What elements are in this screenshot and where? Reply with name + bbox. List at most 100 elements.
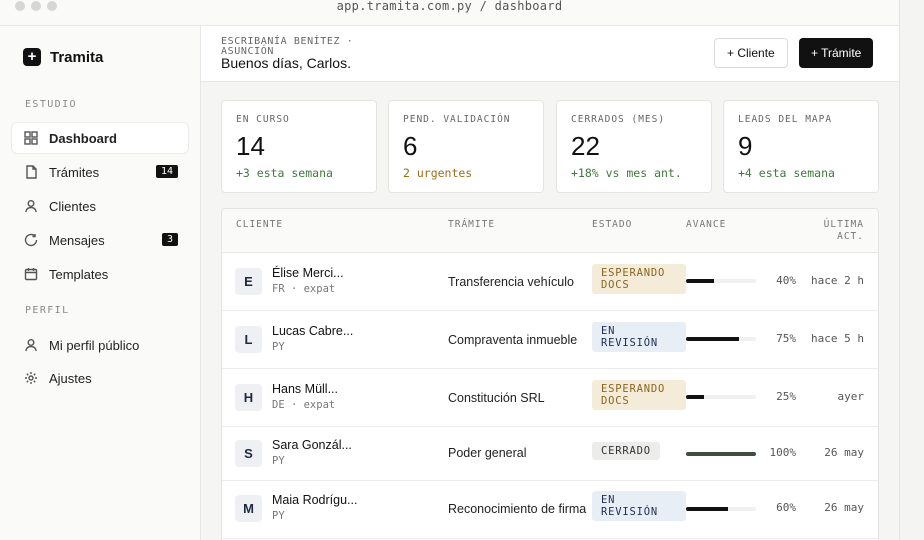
last-update: 26 may [824, 501, 864, 514]
stat-value: 6 [403, 131, 418, 161]
sidebar-item-mensajes[interactable]: Mensajes 3 [12, 225, 188, 255]
table-row[interactable]: L Lucas Cabre... PY Compraventa inmueble… [222, 311, 878, 369]
stat-label: CERRADOS (MES) [571, 114, 666, 125]
stat-label: LEADS DEL MAPA [738, 114, 833, 125]
progress-bar [686, 507, 756, 511]
column-header-ultima[interactable]: ÚLTIMA ACT. [814, 219, 864, 243]
sidebar-item-dashboard[interactable]: Dashboard [12, 123, 188, 153]
column-header-estado[interactable]: ESTADO [592, 219, 632, 230]
client-name[interactable]: Sara Gonzál... [272, 438, 352, 452]
tramite-name: Compraventa inmueble [448, 333, 578, 347]
tramite-name: Reconocimiento de firma [448, 502, 587, 516]
stat-label: PEND. VALIDACIÓN [403, 114, 511, 125]
brand-name: Tramita [50, 48, 104, 66]
status-badge: CERRADO [592, 442, 660, 460]
client-avatar: M [235, 495, 262, 522]
stat-sub: +4 esta semana [738, 166, 835, 180]
progress-fill [686, 337, 739, 341]
add-tramite-button[interactable]: + Trámite [799, 38, 874, 68]
column-header-avance[interactable]: AVANCE [686, 219, 726, 230]
stat-card-en-curso[interactable]: EN CURSO 14 +3 esta semana [221, 100, 377, 193]
app-window: app.tramita.com.py / dashboard + Tramita… [0, 0, 900, 540]
client-avatar: S [235, 440, 262, 467]
last-update: 26 may [824, 446, 864, 459]
user-icon [25, 339, 37, 352]
organization-name: ESCRIBANÍA BENÍTEZ · ASUNCIÓN [221, 36, 354, 57]
table-row[interactable]: E Élise Merci... FR · expat Transferenci… [222, 253, 878, 311]
stat-card-pendientes[interactable]: PEND. VALIDACIÓN 6 2 urgentes [388, 100, 544, 193]
client-country: PY [272, 455, 285, 467]
sidebar-item-label: Templates [49, 266, 109, 282]
column-header-cliente[interactable]: CLIENTE [236, 219, 283, 230]
client-name[interactable]: Élise Merci... [272, 266, 344, 280]
user-icon [25, 200, 37, 213]
sidebar-item-tramites[interactable]: Trámites 14 [12, 157, 188, 187]
progress-bar [686, 452, 756, 456]
sidebar-item-label: Mi perfil público [49, 337, 140, 353]
sidebar-item-templates[interactable]: Templates [12, 259, 188, 289]
column-header-tramite[interactable]: TRÁMITE [448, 219, 495, 230]
sidebar-item-label: Dashboard [49, 130, 117, 146]
tramite-name: Constitución SRL [448, 391, 545, 405]
client-avatar: L [235, 326, 262, 353]
table-row[interactable]: H Hans Müll... DE · expat Constitución S… [222, 369, 878, 427]
stat-card-cerrados[interactable]: CERRADOS (MES) 22 +18% vs mes ant. [556, 100, 712, 193]
status-badge: EN REVISIÓN [592, 322, 686, 352]
calendar-icon [24, 268, 38, 281]
stat-sub: +18% vs mes ant. [571, 166, 682, 180]
client-name[interactable]: Hans Müll... [272, 382, 338, 396]
progress-fill [686, 279, 714, 283]
client-name[interactable]: Lucas Cabre... [272, 324, 353, 338]
main-content: ESCRIBANÍA BENÍTEZ · ASUNCIÓN Buenos día… [201, 26, 899, 540]
sidebar-item-label: Mensajes [49, 232, 105, 248]
add-client-button[interactable]: + Cliente [714, 38, 788, 68]
document-icon [26, 165, 37, 179]
section-label-perfil: PERFIL [25, 305, 70, 316]
sidebar-item-label: Ajustes [49, 370, 92, 386]
stat-sub: 2 urgentes [403, 166, 473, 180]
page-title: Buenos días, Carlos. [221, 55, 351, 71]
progress-fill [686, 452, 756, 456]
tramite-name: Transferencia vehículo [448, 275, 574, 289]
stat-label: EN CURSO [236, 114, 290, 125]
section-label-estudio: ESTUDIO [25, 99, 77, 110]
stat-value: 9 [738, 131, 753, 161]
progress-percent: 75% [776, 332, 796, 345]
url-text: app.tramita.com.py / dashboard [336, 0, 563, 13]
sidebar-item-clientes[interactable]: Clientes [12, 191, 188, 221]
table-row[interactable]: S Sara Gonzál... PY Poder general CERRAD… [222, 427, 878, 481]
progress-bar [686, 279, 756, 283]
sidebar: + Tramita ESTUDIO Dashboard Trámites 14 … [0, 26, 201, 540]
progress-percent: 100% [769, 446, 797, 459]
client-country: FR · expat [272, 283, 336, 295]
last-update: hace 2 h [811, 274, 864, 287]
client-country: PY [272, 510, 285, 522]
status-badge: ESPERANDO DOCS [592, 264, 686, 294]
status-badge: ESPERANDO DOCS [592, 380, 686, 410]
sidebar-item-ajustes[interactable]: Ajustes [12, 363, 188, 393]
stat-value: 22 [571, 131, 600, 161]
gear-icon [25, 372, 37, 384]
client-name[interactable]: Maia Rodrígu... [272, 493, 357, 507]
table-row[interactable]: M Maia Rodrígu... PY Reconocimiento de f… [222, 481, 878, 539]
last-update: hace 5 h [811, 332, 864, 345]
status-badge: EN REVISIÓN [592, 491, 686, 521]
brand-logo-icon: + [23, 48, 41, 66]
tramite-name: Poder general [448, 446, 527, 460]
stat-card-leads[interactable]: LEADS DEL MAPA 9 +4 esta semana [723, 100, 879, 193]
count-badge: 3 [161, 233, 178, 246]
progress-fill [686, 507, 728, 511]
client-country: PY [272, 341, 285, 353]
stat-value: 14 [236, 131, 265, 161]
grid-icon [24, 131, 38, 145]
progress-percent: 60% [776, 501, 796, 514]
progress-bar [686, 395, 756, 399]
title-bar: app.tramita.com.py / dashboard [0, 0, 899, 26]
client-avatar: H [235, 384, 262, 411]
chat-icon [24, 233, 38, 247]
sidebar-item-perfil-publico[interactable]: Mi perfil público [12, 330, 188, 360]
brand[interactable]: + Tramita [23, 48, 103, 66]
progress-percent: 40% [776, 274, 796, 287]
table-header: CLIENTE TRÁMITE ESTADO AVANCE ÚLTIMA ACT… [222, 209, 878, 253]
count-badge: 14 [155, 165, 178, 178]
